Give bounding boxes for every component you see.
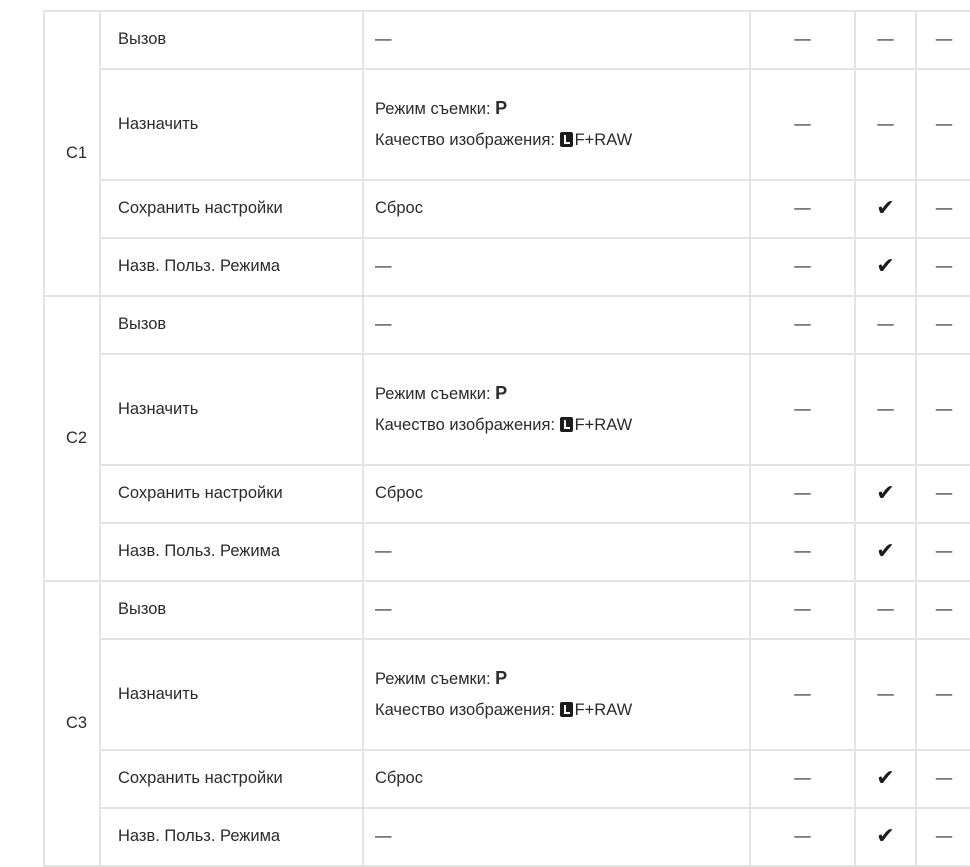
col1-mark: — xyxy=(749,638,856,751)
col1-mark: — xyxy=(749,522,856,582)
item-name: Вызов xyxy=(99,295,364,355)
col3-mark: — xyxy=(915,749,970,809)
item-name: Назв. Польз. Режима xyxy=(99,522,364,582)
program-mode-letter: P xyxy=(495,383,508,404)
col2-mark: — xyxy=(854,68,917,181)
item-value: — xyxy=(362,580,751,640)
image-quality-line: Качество изображения: F+RAW xyxy=(375,701,749,721)
shooting-mode-line: Режим съемки: P xyxy=(375,98,749,120)
col1-mark: — xyxy=(749,10,856,70)
item-name: Назв. Польз. Режима xyxy=(99,237,364,297)
image-quality-value: F+RAW xyxy=(574,131,633,149)
item-name: Назначить xyxy=(99,68,364,181)
table-row: Сохранить настройки Сброс — ✔ — xyxy=(0,749,970,809)
image-quality-label: Качество изображения: xyxy=(375,131,560,149)
item-value: Режим съемки: P Качество изображения: F+… xyxy=(362,638,751,751)
shooting-mode-line: Режим съемки: P xyxy=(375,383,749,405)
col1-mark: — xyxy=(749,179,856,239)
col1-mark: — xyxy=(749,237,856,297)
col1-mark: — xyxy=(749,749,856,809)
col3-mark: — xyxy=(915,237,970,297)
col2-mark: — xyxy=(854,10,917,70)
group-label: C3 xyxy=(43,580,101,867)
table-row: C1 Вызов — — — — xyxy=(0,10,970,866)
table-row: C3 Вызов — — — — xyxy=(0,580,970,867)
col1-mark: — xyxy=(749,580,856,640)
table-row: Назначить Режим съемки: P Качество изобр… xyxy=(0,353,970,466)
table-row: Назв. Польз. Режима — — ✔ — xyxy=(0,522,970,582)
col1-mark: — xyxy=(749,353,856,466)
item-value: Режим съемки: P Качество изображения: F+… xyxy=(362,68,751,181)
shooting-mode-label: Режим съемки: xyxy=(375,670,496,689)
col1-mark: — xyxy=(749,68,856,181)
l-size-icon xyxy=(559,417,573,432)
shooting-mode-line: Режим съемки: P xyxy=(375,668,749,690)
table-row: Назначить Режим съемки: P Качество изобр… xyxy=(0,68,970,181)
image-quality-label: Качество изображения: xyxy=(375,416,560,434)
shooting-mode-label: Режим съемки: xyxy=(375,100,496,119)
l-size-icon xyxy=(559,702,573,717)
item-name: Вызов xyxy=(99,10,364,70)
col2-mark: — xyxy=(854,353,917,466)
checkmark-icon: ✔ xyxy=(854,237,917,297)
col3-mark: — xyxy=(915,10,970,70)
col3-mark: — xyxy=(915,464,970,524)
col1-mark: — xyxy=(749,807,856,867)
col3-mark: — xyxy=(915,295,970,355)
table-row: Сохранить настройки Сброс — ✔ — xyxy=(0,464,970,524)
col3-mark: — xyxy=(915,353,970,466)
l-size-icon xyxy=(559,132,573,147)
checkmark-icon: ✔ xyxy=(854,464,917,524)
checkmark-icon: ✔ xyxy=(854,522,917,582)
table-row: Сохранить настройки Сброс — ✔ — xyxy=(0,179,970,239)
item-value: — xyxy=(362,295,751,355)
image-quality-line: Качество изображения: F+RAW xyxy=(375,131,749,151)
item-value: Сброс xyxy=(362,749,751,809)
item-value: — xyxy=(362,522,751,582)
image-quality-value: F+RAW xyxy=(574,701,633,719)
item-name: Сохранить настройки xyxy=(99,179,364,239)
item-name: Сохранить настройки xyxy=(99,464,364,524)
group-label: C2 xyxy=(43,295,101,582)
col3-mark: — xyxy=(915,580,970,640)
image-quality-line: Качество изображения: F+RAW xyxy=(375,416,749,436)
item-name: Сохранить настройки xyxy=(99,749,364,809)
item-name: Вызов xyxy=(99,580,364,640)
col3-mark: — xyxy=(915,807,970,867)
col2-mark: — xyxy=(854,580,917,640)
table-row: Назв. Польз. Режима — — ✔ — xyxy=(0,807,970,867)
image-quality-value: F+RAW xyxy=(574,416,633,434)
col3-mark: — xyxy=(915,68,970,181)
item-value: — xyxy=(362,237,751,297)
checkmark-icon: ✔ xyxy=(854,807,917,867)
left-margin-cell xyxy=(0,11,45,866)
image-quality-label: Качество изображения: xyxy=(375,701,560,719)
shooting-mode-label: Режим съемки: xyxy=(375,385,496,404)
checkmark-icon: ✔ xyxy=(854,749,917,809)
group-label: C1 xyxy=(43,10,101,297)
item-name: Назначить xyxy=(99,353,364,466)
col2-mark: — xyxy=(854,295,917,355)
col3-mark: — xyxy=(915,179,970,239)
col1-mark: — xyxy=(749,464,856,524)
col3-mark: — xyxy=(915,638,970,751)
table-row: C2 Вызов — — — — xyxy=(0,295,970,582)
program-mode-letter: P xyxy=(495,668,508,689)
col2-mark: — xyxy=(854,638,917,751)
checkmark-icon: ✔ xyxy=(854,179,917,239)
item-value: Сброс xyxy=(362,464,751,524)
item-value: — xyxy=(362,807,751,867)
program-mode-letter: P xyxy=(495,98,508,119)
custom-mode-table: C1 Вызов — — — — Назначить Режим съемки:… xyxy=(0,10,970,867)
col3-mark: — xyxy=(915,522,970,582)
table-row: Назначить Режим съемки: P Качество изобр… xyxy=(0,638,970,751)
col1-mark: — xyxy=(749,295,856,355)
settings-table-page: C1 Вызов — — — — Назначить Режим съемки:… xyxy=(0,0,970,867)
item-value: Сброс xyxy=(362,179,751,239)
item-value: — xyxy=(362,10,751,70)
item-value: Режим съемки: P Качество изображения: F+… xyxy=(362,353,751,466)
item-name: Назв. Польз. Режима xyxy=(99,807,364,867)
table-row: Назв. Польз. Режима — — ✔ — xyxy=(0,237,970,297)
item-name: Назначить xyxy=(99,638,364,751)
